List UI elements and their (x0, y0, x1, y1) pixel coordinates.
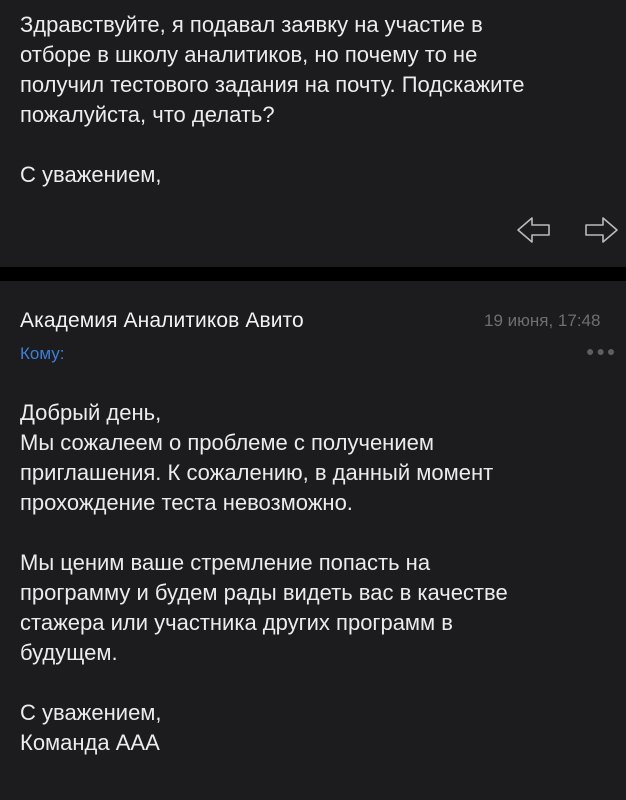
reply-message-card[interactable]: Академия Аналитиков Авито 19 июня, 17:48… (0, 281, 626, 800)
reply-button[interactable] (515, 213, 555, 247)
body-line: получил тестового задания на почту. Подс… (20, 72, 525, 97)
body-line: Мы ценим ваше стремление попасть на (20, 550, 431, 575)
body-line: стажера или участника других программ в (20, 610, 453, 635)
forward-arrow-icon (585, 217, 618, 243)
body-line: будущем. (20, 640, 118, 665)
recipient-label[interactable]: Кому: (20, 344, 64, 364)
body-line: отборе в школу аналитиков, но почему то … (20, 42, 478, 67)
forward-button[interactable] (580, 213, 620, 247)
previous-message-card[interactable]: Здравствуйте, я подавал заявку на участи… (0, 0, 626, 267)
body-line: пожалуйста, что делать? (20, 102, 275, 127)
sender-name[interactable]: Академия Аналитиков Авито (20, 309, 304, 333)
body-line: программу и будем рады видеть вас в каче… (20, 580, 508, 605)
message-date: 19 июня, 17:48 (484, 311, 601, 330)
previous-message-signature: С уважением, (20, 162, 162, 187)
previous-message-body: Здравствуйте, я подавал заявку на участи… (20, 10, 620, 190)
reply-message-body: Добрый день, Мы сожалеем о проблеме с по… (20, 398, 620, 758)
body-line: Здравствуйте, я подавал заявку на участи… (20, 12, 483, 37)
reply-arrow-icon (517, 217, 550, 243)
mail-thread: Здравствуйте, я подавал заявку на участи… (0, 0, 626, 800)
ellipsis-icon[interactable]: ●●● (586, 343, 617, 359)
body-line: Добрый день, (20, 400, 162, 425)
body-line: прохождение теста невозможно. (20, 490, 353, 515)
body-line: приглашения. К сожалению, в данный момен… (20, 460, 494, 485)
signature-line: Команда ААА (20, 730, 160, 755)
body-line: Мы сожалеем о проблеме с получением (20, 430, 434, 455)
signature-line: С уважением, (20, 700, 162, 725)
